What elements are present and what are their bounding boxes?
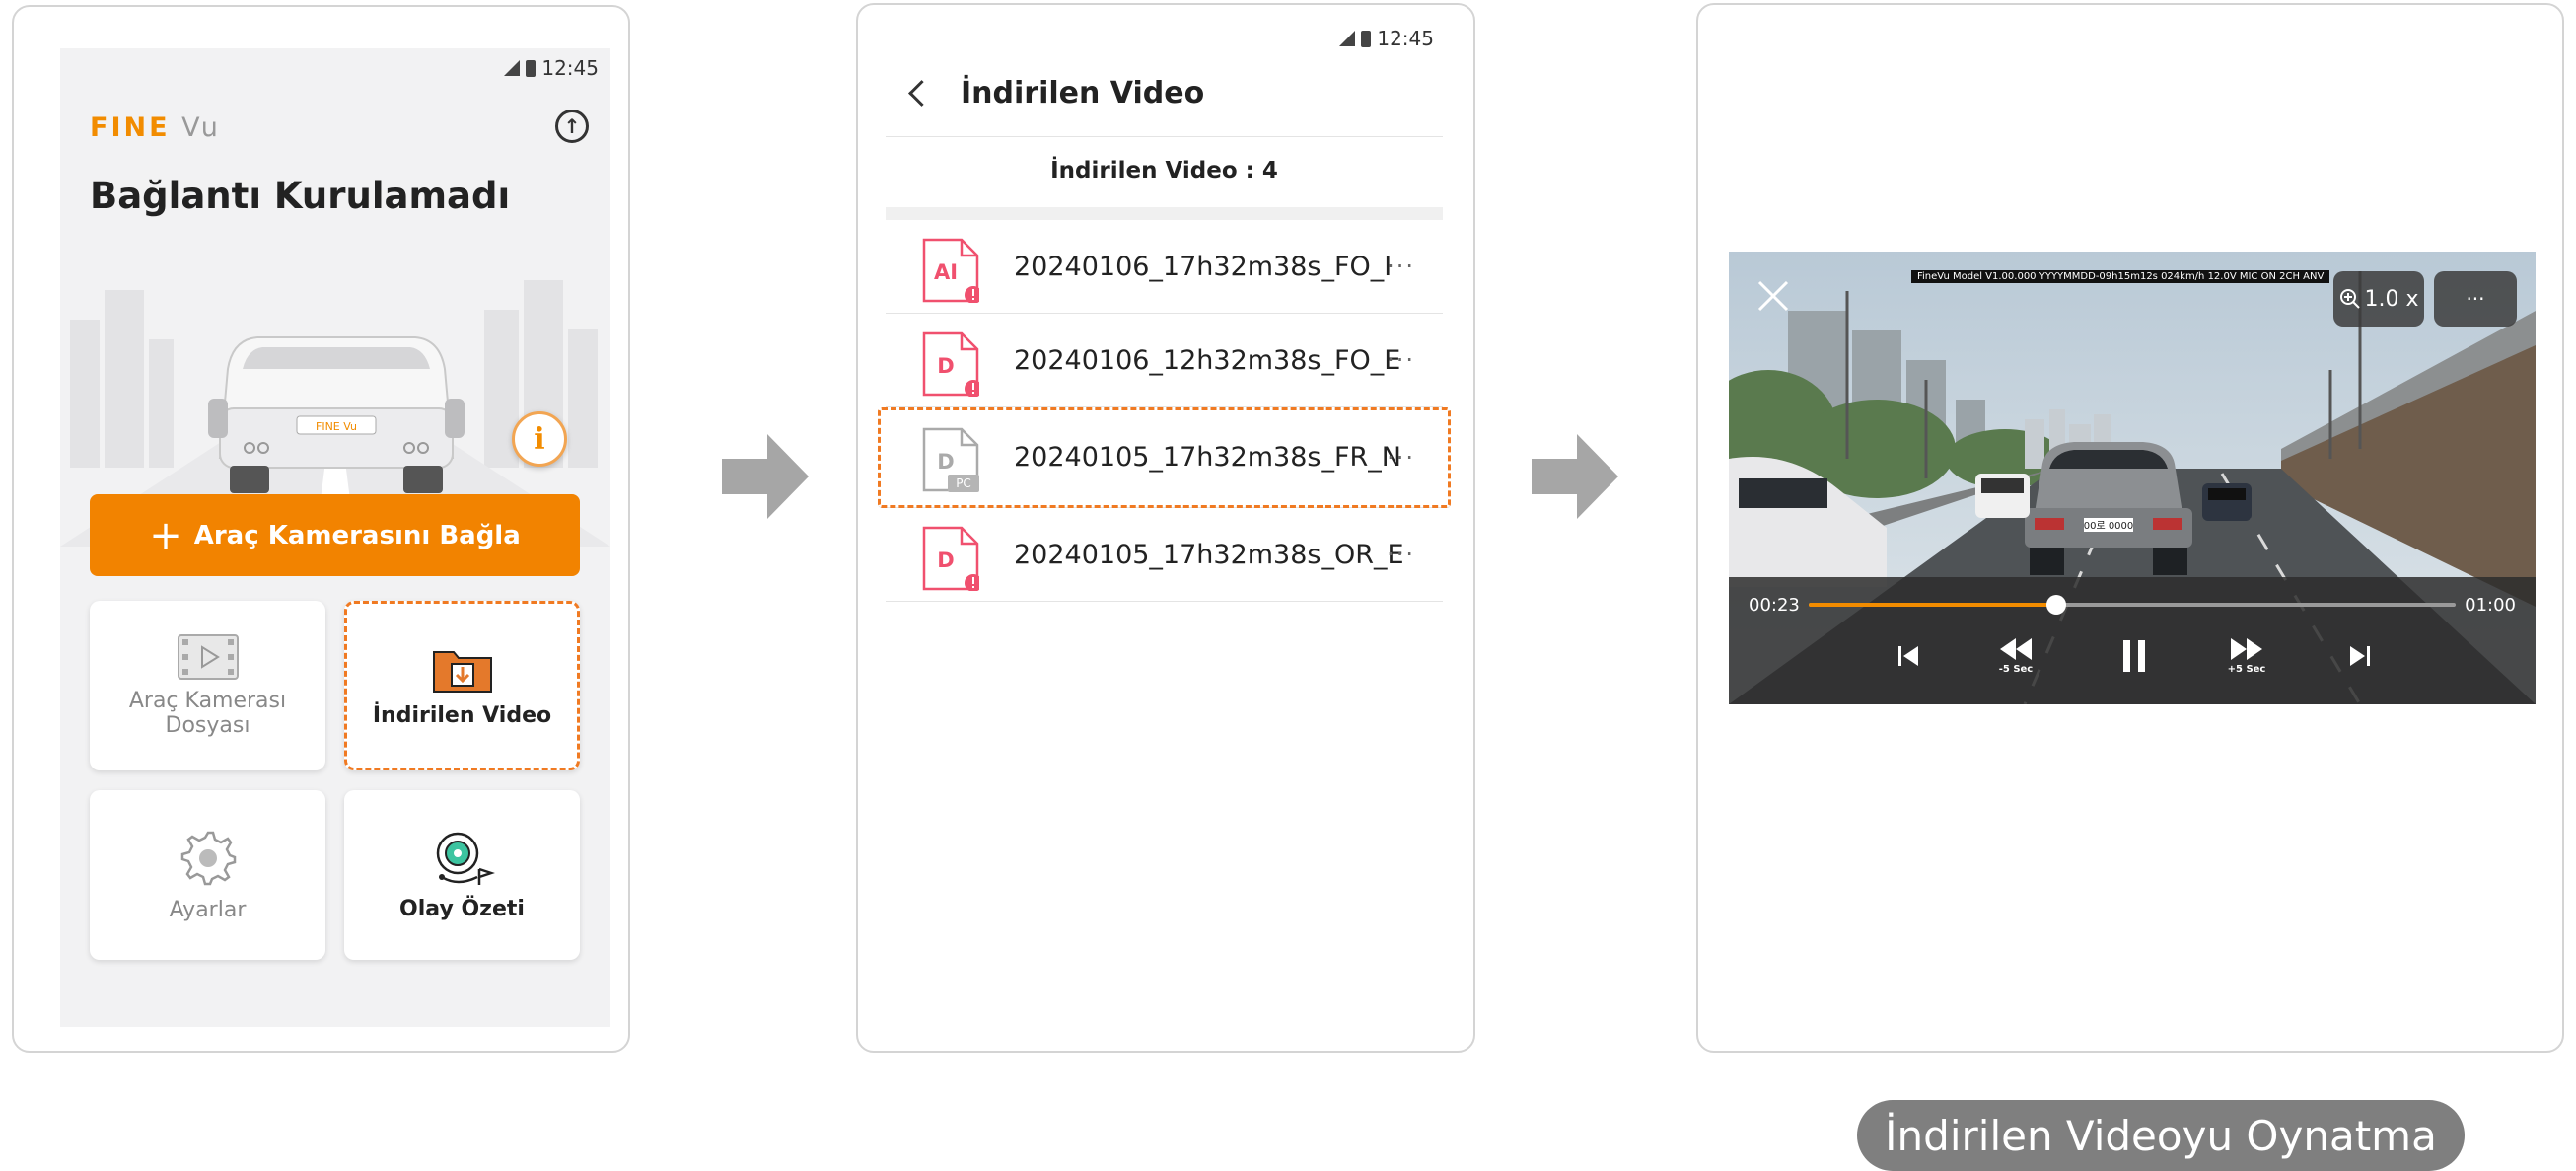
page-title: Bağlantı Kurulamadı — [90, 175, 511, 217]
forward-button[interactable]: +5 Sec — [2227, 636, 2266, 675]
rewind-icon — [2000, 638, 2032, 660]
tile-event-summary-label: Olay Özeti — [399, 896, 525, 921]
battery-icon — [526, 59, 537, 77]
tile-dashcam-file-label-1: Araç Kamerası — [128, 689, 287, 713]
file-name: 20240105_17h32m38s_OR_E — [1014, 540, 1404, 570]
plus-icon: + — [149, 512, 182, 558]
tile-settings-label: Ayarlar — [169, 897, 247, 922]
step-caption: İndirilen Videoyu Oynatma — [1857, 1100, 2465, 1171]
more-icon[interactable]: ··· — [1387, 314, 1415, 407]
tile-downloaded-video-label: İndirilen Video — [372, 702, 552, 728]
info-icon[interactable]: i — [512, 411, 567, 467]
file-d-icon: D — [922, 526, 979, 591]
phone-frame-player: 00로 0000 FineVu Model V1.00.000 YYYYMMDD… — [1696, 3, 2564, 1053]
status-bar: 12:45 — [1339, 27, 1434, 50]
rewind-button[interactable]: -5 Sec — [1996, 636, 2036, 675]
tile-dashcam-file-label-2: Dosyası — [165, 713, 250, 738]
file-name: 20240106_17h32m38s_FO_I — [1014, 252, 1393, 282]
zoom-button[interactable]: 1.0 x — [2333, 271, 2424, 327]
more-icon: ··· — [2466, 287, 2485, 311]
list-item[interactable]: D 20240106_12h32m38s_FO_E ··· — [886, 314, 1443, 407]
connect-dashcam-button[interactable]: + Araç Kamerasını Bağla — [90, 494, 580, 576]
back-icon[interactable] — [908, 80, 935, 107]
svg-text:D: D — [937, 549, 954, 572]
zoom-in-icon — [2339, 289, 2360, 309]
playback-controls: 00:23 01:00 -5 Sec +5 Sec — [1729, 577, 2536, 704]
zoom-label: 1.0 x — [2364, 286, 2419, 312]
status-time: 12:45 — [1377, 27, 1434, 50]
rewind-label: -5 Sec — [1998, 664, 2034, 675]
divider-band — [886, 207, 1443, 220]
event-summary-icon — [436, 832, 495, 885]
divider — [886, 136, 1443, 137]
phone-frame-home: 12:45 FINE Vu ↑ Bağlantı Kurulamadı FINE… — [12, 5, 630, 1053]
car-dark-small — [2202, 483, 2252, 521]
more-icon[interactable]: ··· — [1387, 407, 1415, 508]
file-ai-icon: AI — [922, 238, 979, 303]
list-item[interactable]: AI 20240106_17h32m38s_FO_I ··· — [886, 220, 1443, 314]
file-name: 20240106_12h32m38s_FO_E — [1014, 345, 1401, 376]
signal-icon — [1339, 31, 1356, 46]
list-item[interactable]: D 20240105_17h32m38s_OR_E ··· — [886, 508, 1443, 602]
progress-fill — [1809, 603, 2057, 607]
car-white-small — [1975, 474, 2030, 518]
car-plate: FINE Vu — [316, 420, 357, 433]
plate-text: 00로 0000 — [2084, 521, 2134, 532]
signal-icon — [504, 60, 521, 76]
phone-frame-downloads: 12:45 İndirilen Video İndirilen Video : … — [856, 3, 1475, 1053]
progress-knob[interactable] — [2046, 595, 2067, 615]
elapsed-time: 00:23 — [1749, 595, 1800, 616]
tile-downloaded-video[interactable]: İndirilen Video — [344, 601, 580, 770]
upload-icon[interactable]: ↑ — [555, 110, 589, 143]
more-icon[interactable]: ··· — [1387, 508, 1415, 602]
status-time: 12:45 — [541, 56, 599, 80]
home-screen: 12:45 FINE Vu ↑ Bağlantı Kurulamadı FINE… — [60, 48, 610, 1027]
pause-icon[interactable] — [2120, 638, 2148, 674]
download-count: İndirilen Video : 4 — [1050, 158, 1278, 183]
progress-track[interactable] — [1809, 595, 2456, 615]
download-folder-icon — [432, 650, 492, 693]
svg-text:D: D — [937, 450, 954, 474]
connect-dashcam-label: Araç Kamerasını Bağla — [193, 520, 521, 550]
svg-text:PC: PC — [956, 476, 971, 490]
arrow-right-icon — [722, 434, 809, 519]
video-player[interactable]: 00로 0000 FineVu Model V1.00.000 YYYYMMDD… — [1729, 252, 2536, 704]
file-d-pc-icon: D PC — [922, 427, 979, 492]
tile-settings[interactable]: Ayarlar — [90, 790, 325, 960]
status-bar: 12:45 — [504, 56, 599, 80]
skip-next-icon[interactable] — [2348, 644, 2372, 668]
page-title: İndirilen Video — [961, 76, 1205, 110]
battery-icon — [1361, 30, 1372, 47]
list-item-selected[interactable]: D PC 20240105_17h32m38s_FR_N ··· — [878, 407, 1451, 508]
file-d-icon: D — [922, 331, 979, 397]
arrow-right-icon — [1532, 434, 1618, 519]
gear-icon — [180, 831, 236, 885]
fast-forward-icon — [2231, 638, 2262, 660]
svg-text:AI: AI — [934, 260, 958, 284]
forward-label: +5 Sec — [2227, 664, 2266, 675]
osd-overlay: FineVu Model V1.00.000 YYYYMMDD-09h15m12… — [1911, 270, 2330, 283]
finevu-logo: FINE Vu — [90, 112, 221, 143]
more-icon[interactable]: ··· — [1387, 220, 1415, 314]
file-name: 20240105_17h32m38s_FR_N — [1014, 442, 1401, 473]
tile-event-summary[interactable]: Olay Özeti — [344, 790, 580, 960]
more-options-button[interactable]: ··· — [2434, 271, 2517, 327]
close-icon[interactable] — [1756, 279, 1790, 313]
svg-text:D: D — [937, 354, 954, 378]
header: İndirilen Video — [908, 76, 1205, 110]
film-icon — [177, 634, 239, 680]
tile-dashcam-file[interactable]: Araç Kamerası Dosyası — [90, 601, 325, 770]
duration-time: 01:00 — [2465, 595, 2516, 616]
skip-previous-icon[interactable] — [1896, 644, 1920, 668]
